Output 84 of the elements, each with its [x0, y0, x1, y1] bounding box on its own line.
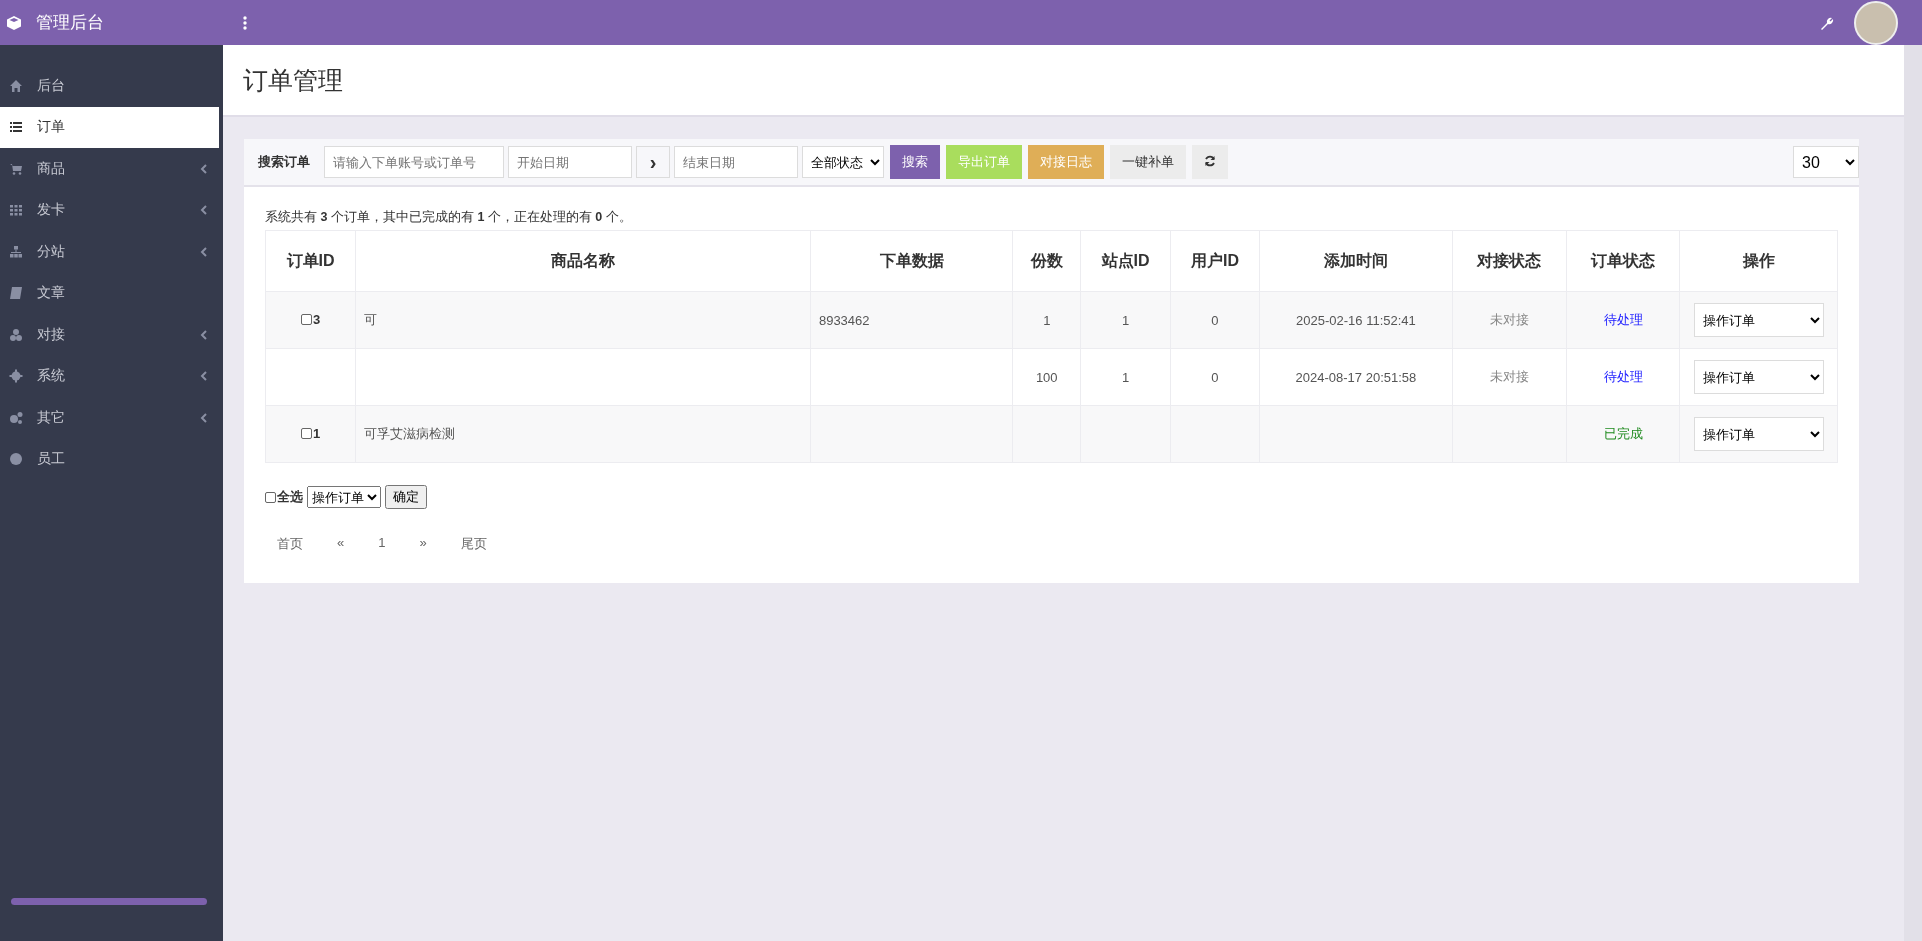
refresh-icon	[1204, 154, 1216, 167]
select-all-label: 全选	[277, 488, 303, 506]
action-select[interactable]: 操作订单	[1693, 417, 1824, 451]
toolbar-button[interactable]: 搜索	[890, 145, 940, 179]
site-id: 1	[1121, 369, 1130, 385]
chevron-icon	[200, 371, 207, 382]
confirm-button[interactable]: 确定	[385, 485, 427, 509]
product-name: 可孚艾滋病检测	[364, 426, 456, 441]
order-id: 3	[312, 312, 321, 327]
column-header: 下单数据	[810, 230, 1013, 292]
link-status: 未对接	[1489, 312, 1529, 327]
gears-icon	[9, 410, 23, 425]
column-header: 订单ID	[265, 230, 356, 292]
pagination-link[interactable]: 1	[366, 529, 398, 559]
added-time: 2024-08-17 20:51:58	[1295, 369, 1417, 385]
sidebar-item[interactable]: 分站	[0, 231, 223, 273]
user-id: 0	[1211, 369, 1219, 385]
status-select[interactable]: 全部状态	[802, 146, 884, 178]
pagination-link[interactable]: 尾页	[448, 529, 499, 559]
order-status: 待处理	[1603, 369, 1643, 384]
start-date-field[interactable]: 开始日期	[508, 146, 632, 178]
page-title: 订单管理	[243, 64, 343, 96]
bulk-action-select[interactable]: 操作订单	[307, 486, 381, 508]
column-header: 站点ID	[1080, 230, 1171, 292]
sidebar-item[interactable]: 员工	[0, 438, 223, 480]
row-checkbox[interactable]	[300, 314, 312, 325]
cube-icon	[6, 14, 22, 31]
refresh-button[interactable]	[1192, 145, 1228, 179]
column-header: 商品名称	[355, 230, 811, 292]
sitemap-icon	[9, 244, 23, 259]
user-id: 0	[1211, 312, 1219, 328]
pagination-link[interactable]: 首页	[265, 529, 315, 559]
product-name: 可	[364, 312, 378, 327]
list-icon	[9, 120, 23, 135]
link-status: 未对接	[1489, 369, 1529, 384]
sidebar-item[interactable]: 其它	[0, 397, 223, 439]
sidebar-item[interactable]: 发卡	[0, 189, 223, 231]
quantity: 1	[1043, 312, 1051, 328]
sidebar-item[interactable]: 后台	[0, 65, 223, 107]
chevron-icon	[200, 205, 207, 216]
pagination-link[interactable]: »	[407, 529, 439, 559]
row-checkbox[interactable]	[300, 428, 312, 439]
order-status: 待处理	[1603, 312, 1643, 327]
end-date-field[interactable]: 结束日期	[674, 146, 798, 178]
search-field[interactable]: 请输入下单账号或订单号	[324, 146, 504, 178]
avatar[interactable]	[1854, 0, 1898, 45]
cubes-icon	[9, 327, 23, 342]
added-time: 2025-02-16 11:52:41	[1296, 312, 1416, 328]
select-all-checkbox[interactable]	[265, 491, 276, 503]
column-header: 订单状态	[1566, 230, 1680, 292]
column-header: 添加时间	[1259, 230, 1453, 292]
grid-icon	[9, 203, 23, 218]
chevron-icon	[200, 163, 207, 174]
pagination-link[interactable]: «	[325, 529, 357, 559]
column-header: 操作	[1679, 230, 1838, 292]
sidebar-item[interactable]: 对接	[0, 314, 223, 356]
chevron-icon	[200, 412, 207, 423]
order-status: 已完成	[1603, 426, 1643, 441]
home-icon	[9, 78, 23, 93]
cart-icon	[9, 161, 23, 176]
action-select[interactable]: 操作订单	[1693, 360, 1824, 394]
sidebar-item[interactable]: 文章	[0, 272, 223, 314]
sidebar-item[interactable]: 商品	[0, 148, 223, 190]
column-header: 对接状态	[1452, 230, 1567, 292]
column-header: 份数	[1013, 230, 1081, 292]
chevron-icon	[200, 246, 207, 257]
page-size-select[interactable]: 30	[1793, 146, 1859, 178]
brand-title: 管理后台	[36, 12, 104, 34]
toolbar-button[interactable]: 一键补单	[1110, 145, 1186, 179]
arrow-label: ›	[636, 146, 670, 178]
order-id: 1	[312, 426, 321, 441]
search-label: 搜索订单	[258, 153, 310, 171]
chevron-icon	[200, 329, 207, 340]
order-data: 8933462	[818, 312, 870, 328]
site-id: 1	[1121, 312, 1130, 328]
gear-icon	[9, 369, 23, 384]
menu-icon[interactable]	[243, 15, 247, 30]
action-select[interactable]: 操作订单	[1693, 303, 1824, 337]
summary-text: 系统共有 3 个订单，其中已完成的有 1 个，正在处理的有 0 个。	[265, 209, 633, 226]
sidebar-item[interactable]: 订单	[0, 106, 219, 148]
column-header: 用户ID	[1170, 230, 1260, 292]
quantity: 100	[1035, 369, 1058, 385]
user-icon	[9, 452, 23, 467]
sidebar-item[interactable]: 系统	[0, 355, 223, 397]
